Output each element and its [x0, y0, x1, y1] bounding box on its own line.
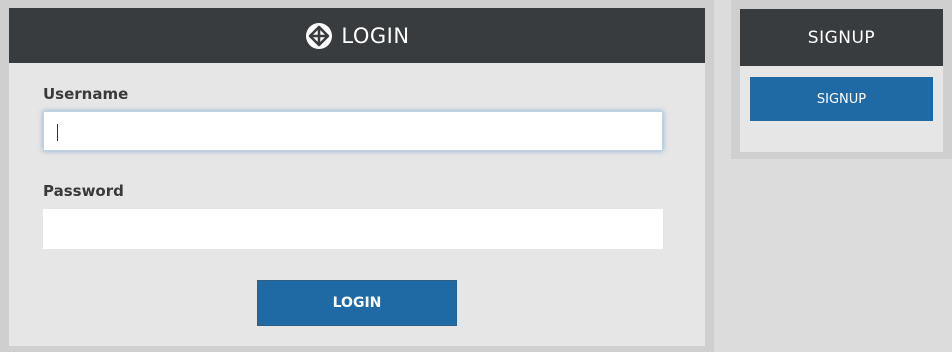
signup-title: SIGNUP	[807, 27, 876, 48]
text-caret	[57, 124, 58, 141]
login-button[interactable]: LOGIN	[257, 280, 457, 326]
username-field[interactable]	[43, 111, 663, 151]
signup-box: SIGNUP SIGNUP	[740, 9, 943, 152]
login-form: LOGIN Username Password LOGIN	[9, 8, 705, 346]
signup-panel: SIGNUP SIGNUP	[731, 0, 952, 159]
login-panel: LOGIN Username Password LOGIN	[0, 0, 714, 352]
logo-icon	[304, 21, 334, 51]
login-header: LOGIN	[9, 8, 705, 63]
login-title: LOGIN	[341, 23, 410, 48]
signup-button[interactable]: SIGNUP	[750, 77, 933, 121]
signup-header: SIGNUP	[740, 9, 943, 66]
password-field[interactable]	[43, 209, 663, 249]
username-label: Username	[43, 85, 129, 103]
password-label: Password	[43, 182, 124, 200]
